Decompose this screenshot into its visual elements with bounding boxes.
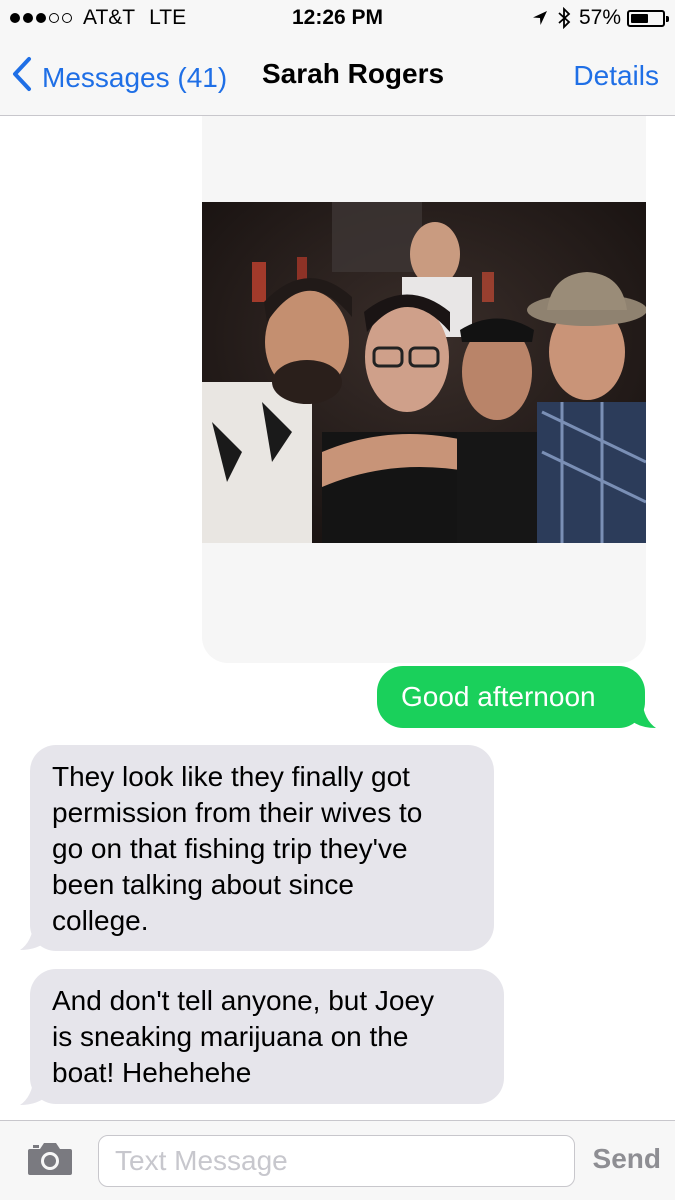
message-line: college.: [52, 905, 149, 936]
message-line: is sneaking marijuana on the: [52, 1021, 409, 1052]
received-message-bubble[interactable]: They look like they finally got permissi…: [30, 745, 494, 951]
message-line: They look like they finally got: [52, 761, 410, 792]
message-input-bar: Send: [0, 1120, 675, 1200]
conversation-title: Sarah Rogers: [262, 58, 445, 89]
battery-icon: [627, 9, 669, 27]
message-line: And don't tell anyone, but Joey: [52, 985, 435, 1016]
sent-bubble-tail: [628, 700, 656, 728]
back-button[interactable]: Messages (41): [12, 56, 227, 99]
message-line: go on that fishing trip they've: [52, 833, 408, 864]
message-text-block: And don't tell anyone, but Joey is sneak…: [52, 983, 434, 1091]
battery-percent: 57%: [578, 6, 621, 29]
location-arrow-icon: [531, 9, 549, 27]
received-message-bubble[interactable]: And don't tell anyone, but Joey is sneak…: [30, 969, 504, 1104]
battery-fill: [631, 13, 648, 23]
send-button[interactable]: Send: [593, 1143, 661, 1175]
message-text-block: They look like they finally got permissi…: [52, 759, 422, 939]
camera-button[interactable]: [26, 1141, 74, 1182]
message-line: permission from their wives to: [52, 797, 423, 828]
message-line: boat! Hehehehe: [52, 1057, 252, 1088]
camera-icon: [26, 1143, 74, 1181]
details-button[interactable]: Details: [573, 60, 659, 92]
nav-bar: Messages (41) Sarah Rogers Details: [0, 38, 675, 116]
status-right: 57%: [531, 6, 669, 30]
back-label: Messages (41): [42, 61, 228, 93]
sent-message-bubble[interactable]: Good afternoon: [377, 666, 645, 728]
battery-cap: [666, 15, 669, 22]
status-bar: AT&T LTE 12:26 PM 57%: [0, 0, 675, 38]
bluetooth-icon: [557, 7, 571, 29]
chevron-left-icon: [12, 56, 42, 99]
message-line: been talking about since: [52, 869, 354, 900]
photo-attachment[interactable]: [202, 202, 646, 543]
message-text: Good afternoon: [401, 681, 596, 712]
message-text-field[interactable]: [98, 1135, 575, 1187]
